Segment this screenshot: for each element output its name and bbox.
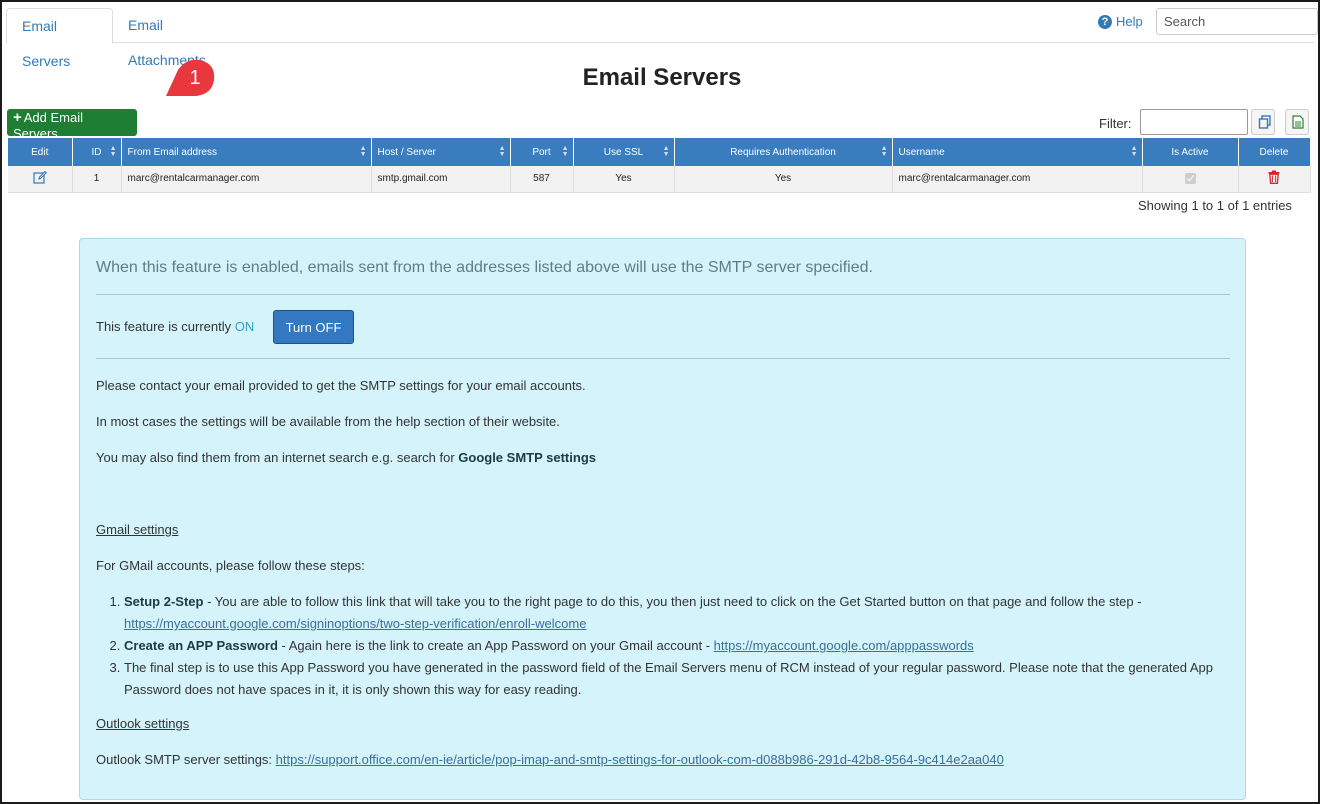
- info-panel: When this feature is enabled, emails sen…: [79, 238, 1246, 800]
- feature-description: When this feature is enabled, emails sen…: [96, 259, 873, 276]
- sort-arrows-icon: ▲ ▼: [1130, 145, 1138, 158]
- feature-status-prefix: This feature is currently: [96, 319, 235, 334]
- callout-marker-1-label: 1: [189, 67, 201, 89]
- add-email-servers-button[interactable]: + Add Email Servers: [7, 109, 137, 141]
- app-window: Email Servers Email Attachments ? Help E…: [0, 0, 1320, 804]
- sort-arrows-icon: ▲ ▼: [359, 145, 367, 158]
- column-header-delete: Delete: [1238, 138, 1311, 166]
- column-label: From Email address: [127, 146, 217, 158]
- column-header-id[interactable]: ID ▲ ▼: [72, 138, 122, 166]
- gmail-intro: For GMail accounts, please follow these …: [96, 558, 365, 573]
- instruction-paragraph-3: You may also find them from an internet …: [96, 450, 596, 465]
- help-label: Help: [1116, 14, 1143, 29]
- sort-arrows-icon: ▲ ▼: [109, 145, 117, 158]
- instruction-paragraph-2: In most cases the settings will be avail…: [96, 414, 560, 429]
- sort-arrows-icon: ▲ ▼: [498, 145, 506, 158]
- column-label: Requires Authentication: [730, 146, 836, 158]
- instruction-paragraph-1: Please contact your email provided to ge…: [96, 378, 586, 393]
- copy-icon: [1258, 115, 1271, 129]
- search-input[interactable]: [1156, 8, 1318, 35]
- step-title: Setup 2-Step: [124, 594, 204, 609]
- column-label: Is Active: [1171, 146, 1209, 158]
- cell-is-active: [1142, 166, 1239, 193]
- column-header-is-active[interactable]: Is Active: [1142, 138, 1239, 166]
- trash-icon[interactable]: [1268, 170, 1280, 185]
- question-circle-icon: ?: [1098, 14, 1112, 29]
- two-step-verification-link[interactable]: https://myaccount.google.com/signinoptio…: [124, 616, 586, 631]
- list-item: The final step is to use this App Passwo…: [124, 657, 1230, 701]
- turn-off-button[interactable]: Turn OFF: [273, 310, 354, 344]
- cell-requires-auth: Yes: [674, 166, 893, 193]
- copy-button[interactable]: [1251, 109, 1275, 135]
- tab-email-attachments[interactable]: Email Attachments: [113, 8, 253, 68]
- feature-status: This feature is currently ON: [96, 319, 254, 334]
- column-label: Host / Server: [377, 146, 436, 158]
- table-info: Showing 1 to 1 of 1 entries: [1138, 198, 1292, 213]
- column-header-use-ssl[interactable]: Use SSL ▲ ▼: [573, 138, 675, 166]
- app-passwords-link[interactable]: https://myaccount.google.com/apppassword…: [714, 638, 974, 653]
- column-label: Username: [898, 146, 945, 158]
- gmail-settings-heading: Gmail settings: [96, 522, 179, 537]
- cell-username: marc@rentalcarmanager.com: [892, 166, 1143, 193]
- step-title: Create an APP Password: [124, 638, 278, 653]
- column-label: Port: [532, 146, 551, 158]
- cell-from-email: marc@rentalcarmanager.com: [121, 166, 372, 193]
- step-text: The final step is to use this App Passwo…: [124, 660, 1214, 697]
- column-header-host[interactable]: Host / Server ▲ ▼: [371, 138, 511, 166]
- divider: [96, 294, 1230, 295]
- callout-marker-1: 1: [162, 58, 218, 98]
- tab-email-servers[interactable]: Email Servers: [6, 8, 113, 69]
- edit-icon[interactable]: [33, 170, 47, 184]
- table-row: 1 marc@rentalcarmanager.com smtp.gmail.c…: [8, 166, 1311, 193]
- help-link[interactable]: ? Help: [1098, 14, 1143, 29]
- sort-arrows-icon: ▲ ▼: [561, 145, 569, 158]
- column-header-username[interactable]: Username ▲ ▼: [892, 138, 1143, 166]
- para3-prefix: You may also find them from an internet …: [96, 450, 459, 465]
- list-item: Create an APP Password - Again here is t…: [124, 635, 1230, 657]
- outlook-prefix: Outlook SMTP server settings:: [96, 752, 276, 767]
- column-header-edit: Edit: [8, 138, 73, 166]
- email-servers-table: Edit ID ▲ ▼ From Email address ▲ ▼ Host / Se…: [8, 138, 1311, 193]
- list-item: Setup 2-Step - You are able to follow th…: [124, 591, 1230, 635]
- para3-bold: Google SMTP settings: [458, 450, 596, 465]
- outlook-settings-heading: Outlook settings: [96, 716, 190, 731]
- cell-id: 1: [72, 166, 122, 193]
- column-header-port[interactable]: Port ▲ ▼: [510, 138, 574, 166]
- column-label: Delete: [1259, 146, 1289, 158]
- step-text: - Again here is the link to create an Ap…: [277, 638, 714, 653]
- is-active-checkbox: [1184, 173, 1196, 185]
- filter-input[interactable]: [1140, 109, 1248, 135]
- export-excel-button[interactable]: [1285, 109, 1309, 135]
- cell-port: 587: [510, 166, 574, 193]
- feature-status-value: ON: [234, 319, 255, 334]
- table-header-row: Edit ID ▲ ▼ From Email address ▲ ▼ Host / Se…: [8, 138, 1311, 166]
- column-label: Use SSL: [603, 146, 644, 158]
- column-header-from-email[interactable]: From Email address ▲ ▼: [121, 138, 372, 166]
- cell-use-ssl: Yes: [573, 166, 675, 193]
- gmail-steps-list: Setup 2-Step - You are able to follow th…: [96, 591, 1230, 701]
- edit-cell[interactable]: [8, 166, 73, 193]
- column-label: Edit: [31, 146, 49, 158]
- outlook-settings-line: Outlook SMTP server settings: https://su…: [96, 752, 1004, 767]
- plus-icon: +: [13, 109, 22, 126]
- spreadsheet-icon: [1292, 115, 1304, 129]
- sort-arrows-icon: ▲ ▼: [880, 145, 888, 158]
- step-text: - You are able to follow this link that …: [203, 594, 1142, 609]
- add-email-servers-label: Add Email Servers: [13, 110, 84, 141]
- filter-label: Filter:: [1099, 116, 1132, 131]
- column-header-requires-auth[interactable]: Requires Authentication ▲ ▼: [674, 138, 893, 166]
- delete-cell[interactable]: [1238, 166, 1311, 193]
- sort-arrows-icon: ▲ ▼: [662, 145, 670, 158]
- column-label: ID: [91, 146, 102, 158]
- divider: [96, 358, 1230, 359]
- outlook-settings-link[interactable]: https://support.office.com/en-ie/article…: [276, 752, 1004, 767]
- cell-host: smtp.gmail.com: [371, 166, 511, 193]
